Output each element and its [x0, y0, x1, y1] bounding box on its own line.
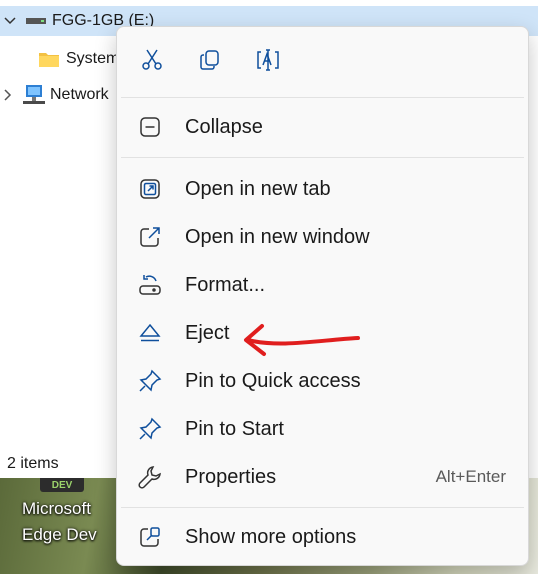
pin-icon	[137, 368, 163, 394]
desktop-icon-label-line2: Edge Dev	[22, 525, 97, 544]
more-options-icon	[137, 524, 163, 550]
tree-item-network[interactable]: Network	[0, 80, 109, 110]
pin-icon	[137, 416, 163, 442]
new-window-icon	[137, 224, 163, 250]
menu-item-open-new-tab[interactable]: Open in new tab	[121, 167, 524, 211]
menu-item-pin-quick-access[interactable]: Pin to Quick access	[121, 359, 524, 403]
menu-item-label: Format...	[185, 273, 266, 296]
desktop-icon-label-line1: Microsoft	[22, 499, 91, 518]
menu-separator	[121, 507, 524, 508]
menu-item-label: Show more options	[185, 525, 357, 548]
cut-button[interactable]	[129, 39, 175, 85]
menu-item-label: Pin to Start	[185, 417, 284, 440]
menu-item-label: Collapse	[185, 115, 263, 138]
chevron-right-icon[interactable]	[0, 87, 16, 103]
rename-icon	[255, 48, 281, 77]
menu-separator	[121, 97, 524, 98]
chevron-down-icon[interactable]	[2, 13, 18, 29]
drive-icon	[26, 16, 46, 26]
rename-button[interactable]	[245, 39, 291, 85]
collapse-icon	[137, 114, 163, 140]
wrench-icon	[137, 464, 163, 490]
copy-icon	[198, 48, 222, 77]
menu-item-label: Properties	[185, 465, 277, 488]
dev-badge: DEV	[40, 478, 84, 492]
menu-item-format[interactable]: Format...	[121, 263, 524, 307]
folder-icon	[38, 50, 60, 68]
tree-item-system[interactable]: System	[0, 44, 119, 74]
menu-item-label: Eject	[185, 321, 230, 344]
menu-item-label: Open in new tab	[185, 177, 331, 200]
status-bar: 2 items	[0, 450, 115, 478]
cut-icon	[140, 48, 164, 77]
eject-icon	[137, 320, 163, 346]
menu-item-collapse[interactable]: Collapse	[121, 105, 524, 149]
new-tab-icon	[137, 176, 163, 202]
menu-item-label: Open in new window	[185, 225, 370, 248]
annotation-arrow	[244, 324, 360, 356]
menu-item-label: Pin to Quick access	[185, 369, 361, 392]
menu-separator	[121, 157, 524, 158]
system-folder-label: System	[66, 50, 120, 67]
item-count: 2 items	[7, 455, 59, 472]
context-menu: Collapse Open in new tab Open in new win…	[116, 26, 529, 566]
menu-item-pin-start[interactable]: Pin to Start	[121, 407, 524, 451]
menu-item-open-new-window[interactable]: Open in new window	[121, 215, 524, 259]
network-icon	[22, 84, 46, 106]
copy-button[interactable]	[187, 39, 233, 85]
network-label: Network	[50, 86, 109, 103]
menu-toolbar	[117, 39, 528, 85]
menu-item-properties[interactable]: Properties Alt+Enter	[121, 455, 524, 499]
format-icon	[137, 272, 163, 298]
menu-item-show-more-options[interactable]: Show more options	[121, 515, 524, 559]
shortcut-hint: Alt+Enter	[435, 467, 506, 486]
desktop-icon-edge-dev[interactable]: Microsoft Edge Dev	[22, 496, 112, 548]
